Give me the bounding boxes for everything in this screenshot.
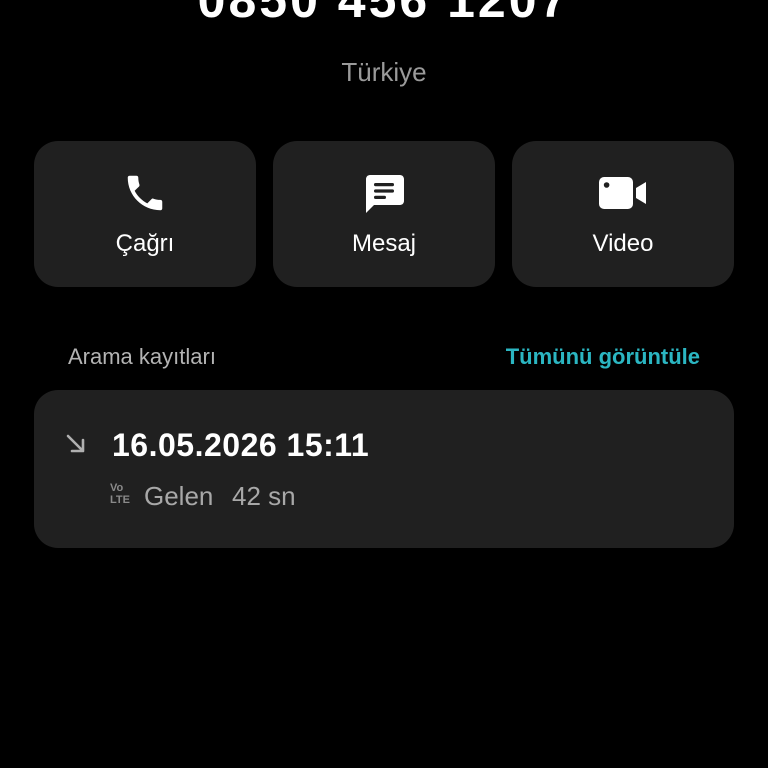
country-label: Türkiye xyxy=(341,57,427,87)
call-button-label: Çağrı xyxy=(115,230,175,257)
call-datetime: 16.05.2026 15:11 xyxy=(112,427,370,463)
view-all-link[interactable]: Tümünü görüntüle xyxy=(506,343,700,371)
video-button[interactable]: Video xyxy=(512,141,734,287)
call-type: Gelen xyxy=(144,481,214,511)
video-camera-icon xyxy=(512,169,734,217)
message-button[interactable]: Mesaj xyxy=(273,141,495,287)
call-log-entry[interactable]: 16.05.2026 15:11 Vo LTE Gelen 42 sn xyxy=(34,390,734,548)
message-icon xyxy=(273,169,495,217)
volte-icon: Vo LTE xyxy=(110,482,136,508)
call-button[interactable]: Çağrı xyxy=(34,141,256,287)
message-button-label: Mesaj xyxy=(351,230,417,257)
volte-badge-top: Vo xyxy=(110,482,124,494)
phone-number: 0850 456 1207 xyxy=(197,0,571,28)
phone-icon xyxy=(34,169,256,217)
call-log-title: Arama kayıtları xyxy=(68,344,216,369)
volte-badge-bottom: LTE xyxy=(110,494,130,506)
incoming-arrow-icon xyxy=(64,432,88,456)
video-button-label: Video xyxy=(592,230,654,257)
call-duration: 42 sn xyxy=(232,481,296,511)
